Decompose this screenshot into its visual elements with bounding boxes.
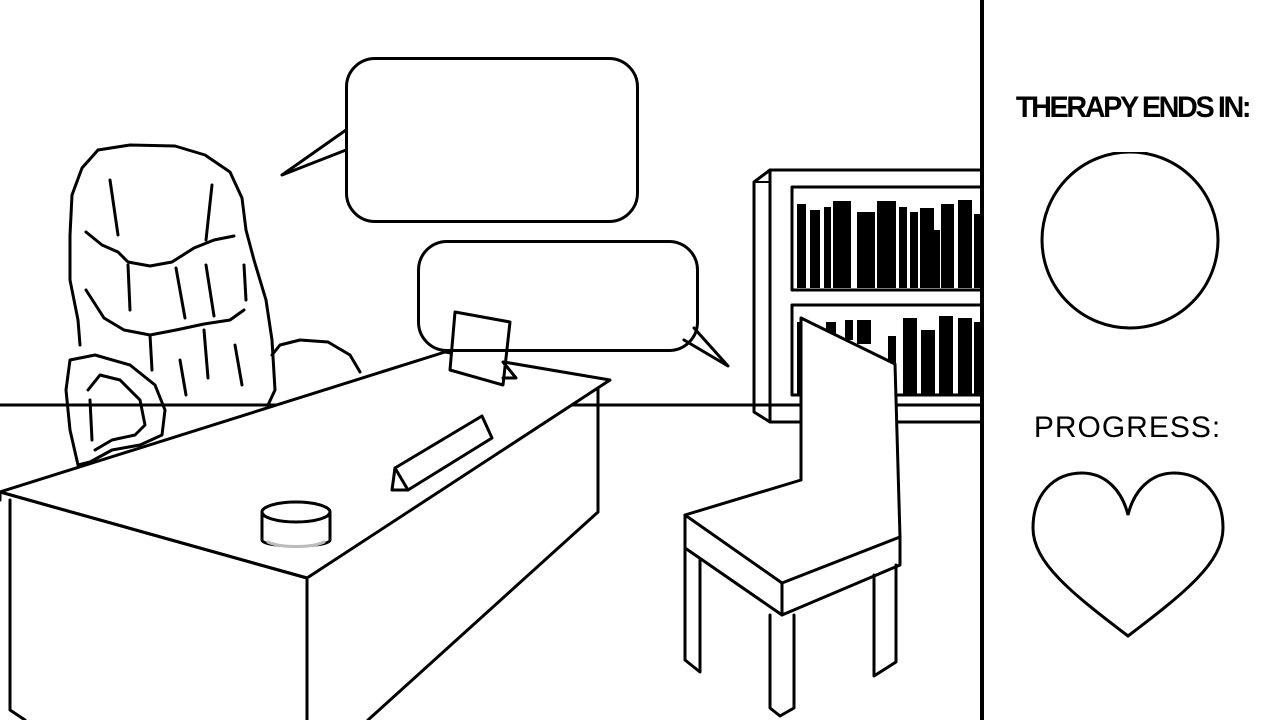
progress-label: PROGRESS: [1033,411,1222,444]
patient-speech-bubble [417,240,699,352]
bubble-therapist-tail [280,128,348,177]
books-top-shelf [797,200,982,288]
desk-cup [260,500,332,548]
therapy-timer-label: THERAPY ENDS IN: [1015,91,1252,124]
circle-timer-icon [1040,150,1220,332]
therapist-speech-bubble [345,57,639,223]
heart-icon [1030,470,1226,640]
